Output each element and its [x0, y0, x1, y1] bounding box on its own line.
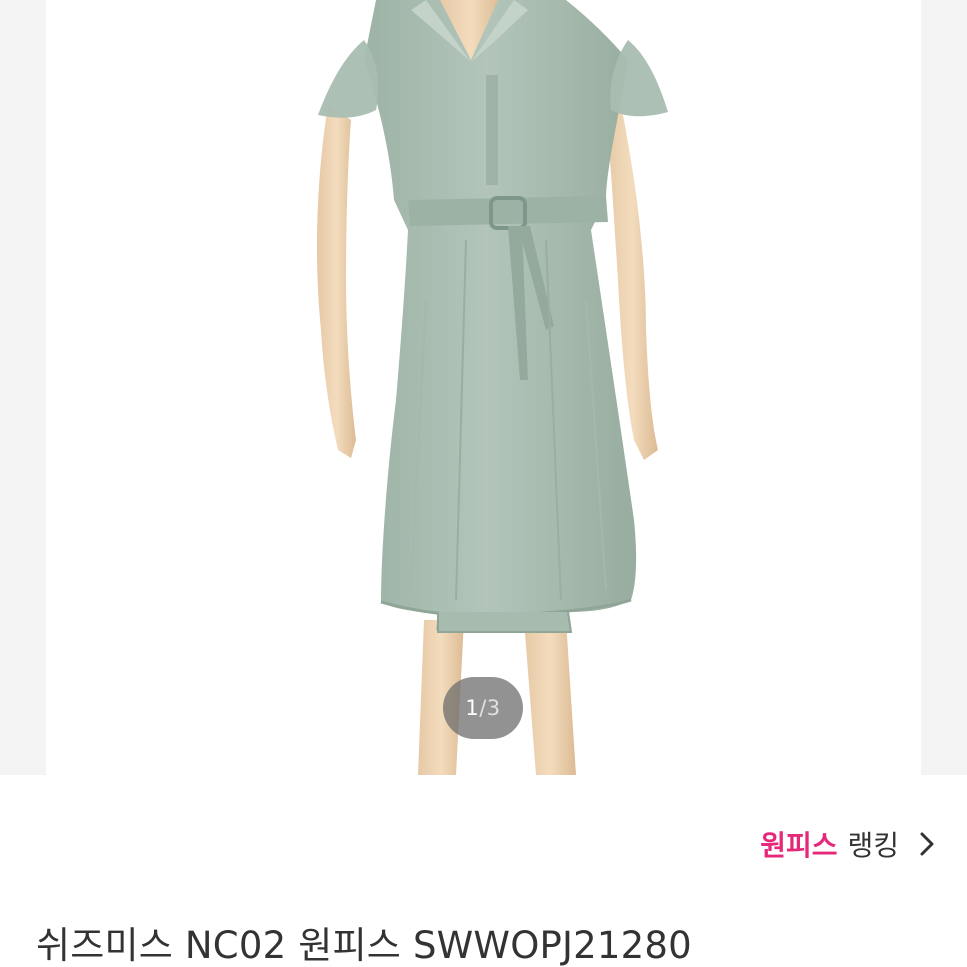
category-ranking-link[interactable]: 원피스 랭킹: [760, 822, 937, 866]
chevron-right-icon: [920, 832, 934, 856]
ranking-category-label: 원피스: [760, 829, 838, 862]
pager-total: 3: [486, 696, 501, 720]
pager-current: 1: [465, 696, 480, 720]
product-image: [316, 0, 668, 775]
product-image-gallery[interactable]: 1 / 3: [0, 0, 967, 775]
pager-separator: /: [479, 696, 487, 720]
product-title: 쉬즈미스 NC02 원피스 SWWOPJ21280: [36, 924, 692, 967]
ranking-label: 랭킹: [847, 829, 899, 862]
product-detail-page: 1 / 3 원피스 랭킹 쉬즈미스 NC02 원피스 SWWOPJ21280: [0, 0, 967, 967]
gallery-slide: [46, 0, 921, 775]
image-pager-indicator: 1 / 3: [443, 677, 523, 739]
